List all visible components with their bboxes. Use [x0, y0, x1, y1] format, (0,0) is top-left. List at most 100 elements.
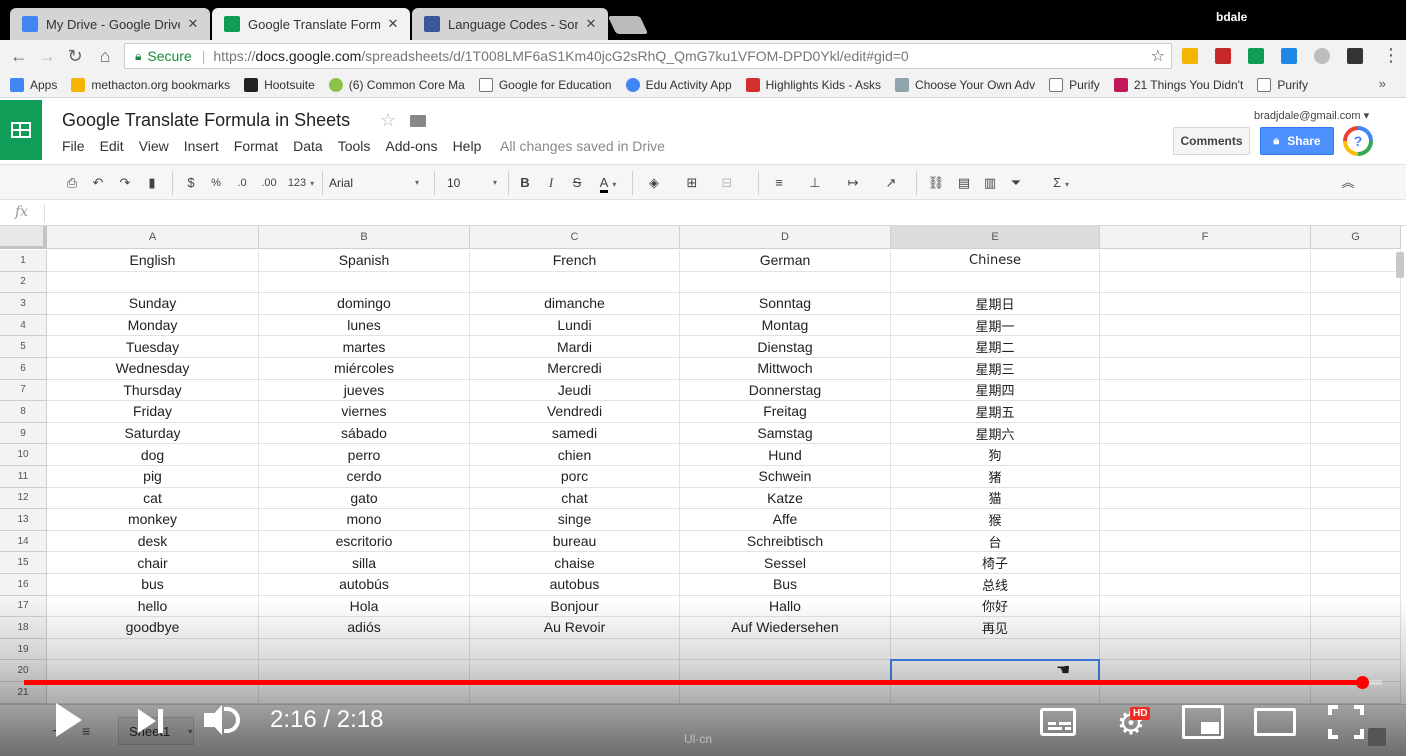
- cell-a11[interactable]: pig: [47, 466, 259, 488]
- cell-b1[interactable]: Spanish: [259, 250, 470, 272]
- cell-d18[interactable]: Auf Wiedersehen: [680, 617, 891, 639]
- vertical-align-icon[interactable]: ⊥: [804, 173, 826, 193]
- cell-g8[interactable]: [1311, 401, 1401, 423]
- horizontal-align-icon[interactable]: ≡: [768, 173, 790, 193]
- profile-name[interactable]: bdale: [1216, 10, 1247, 24]
- menu-add-ons[interactable]: Add-ons: [385, 138, 437, 154]
- cell-g2[interactable]: [1311, 271, 1401, 294]
- text-rotation-icon[interactable]: ↗: [878, 173, 904, 193]
- cell-c12[interactable]: chat: [470, 487, 680, 510]
- row-header[interactable]: 21: [0, 682, 47, 704]
- functions-button[interactable]: Σ ▾: [1046, 173, 1076, 193]
- cell-f5[interactable]: [1100, 336, 1311, 358]
- cell-a17[interactable]: hello: [47, 595, 259, 618]
- browser-menu-icon[interactable]: ⋮: [1382, 45, 1400, 66]
- column-header-d[interactable]: D: [680, 226, 891, 249]
- cell-a10[interactable]: dog: [47, 444, 259, 466]
- cell-d15[interactable]: Sessel: [680, 552, 891, 574]
- spreadsheet-grid[interactable]: A B C D E F G 1 English Spanish French German Chines…: [0, 226, 1406, 756]
- cell-f1[interactable]: [1100, 250, 1311, 272]
- cell-d2[interactable]: [680, 271, 891, 294]
- theater-mode-icon[interactable]: [1254, 708, 1296, 736]
- bookmark-item[interactable]: Purify: [1257, 77, 1308, 92]
- row-header[interactable]: 5: [0, 336, 47, 358]
- cell-g15[interactable]: [1311, 552, 1401, 574]
- cell-a21[interactable]: [47, 682, 259, 704]
- format-percent-button[interactable]: %: [208, 173, 224, 193]
- cell-e7[interactable]: 星期四: [891, 379, 1100, 402]
- cell-a14[interactable]: desk: [47, 530, 259, 553]
- row-header[interactable]: 4: [0, 314, 47, 337]
- next-video-icon[interactable]: [138, 707, 166, 735]
- extension-owl-icon[interactable]: [1347, 48, 1363, 64]
- row-header[interactable]: 13: [0, 509, 47, 531]
- tab-google-translate-formula[interactable]: Google Translate Formul ✕: [212, 8, 410, 40]
- row-header[interactable]: 16: [0, 574, 47, 596]
- cell-b13[interactable]: mono: [259, 509, 470, 531]
- cell-e8[interactable]: 星期五: [891, 401, 1100, 423]
- column-header-e[interactable]: E: [891, 226, 1100, 249]
- bookmarks-overflow-icon[interactable]: »: [1379, 76, 1386, 91]
- cell-b16[interactable]: autobús: [259, 574, 470, 596]
- fullscreen-icon[interactable]: [1328, 705, 1364, 739]
- cell-b15[interactable]: silla: [259, 552, 470, 574]
- close-tab-icon[interactable]: ✕: [584, 16, 598, 32]
- cell-d13[interactable]: Affe: [680, 509, 891, 531]
- borders-icon[interactable]: ⊞: [680, 173, 704, 193]
- format-currency-button[interactable]: $: [184, 173, 198, 193]
- cell-f3[interactable]: [1100, 293, 1311, 315]
- bookmark-item[interactable]: Hootsuite: [244, 77, 315, 92]
- cell-f21[interactable]: [1100, 682, 1311, 704]
- cell-a7[interactable]: Thursday: [47, 379, 259, 402]
- column-header-b[interactable]: B: [259, 226, 470, 249]
- menu-insert[interactable]: Insert: [184, 138, 219, 154]
- cell-c4[interactable]: Lundi: [470, 314, 680, 337]
- cell-g9[interactable]: [1311, 422, 1401, 445]
- address-bar[interactable]: 🔒︎ Secure | https://docs.google.com/spre…: [124, 43, 1172, 69]
- all-sheets-icon[interactable]: ≡: [82, 723, 90, 739]
- fill-color-icon[interactable]: ◈: [642, 173, 666, 193]
- cell-e5[interactable]: 星期二: [891, 336, 1100, 358]
- cell-f14[interactable]: [1100, 530, 1311, 553]
- cell-a12[interactable]: cat: [47, 487, 259, 510]
- text-color-button[interactable]: A ▾: [595, 173, 621, 193]
- home-icon[interactable]: ⌂: [94, 45, 116, 67]
- cell-e11[interactable]: 猪: [891, 466, 1100, 488]
- bookmark-item[interactable]: (6) Common Core Ma: [328, 77, 465, 92]
- cell-f6[interactable]: [1100, 358, 1311, 380]
- cell-d6[interactable]: Mittwoch: [680, 358, 891, 380]
- cell-f10[interactable]: [1100, 444, 1311, 466]
- cell-c21[interactable]: [470, 682, 680, 704]
- cell-c5[interactable]: Mardi: [470, 336, 680, 358]
- forward-icon[interactable]: →: [36, 45, 58, 67]
- cell-a19[interactable]: [47, 638, 259, 661]
- cell-b5[interactable]: martes: [259, 336, 470, 358]
- cell-a18[interactable]: goodbye: [47, 617, 259, 639]
- bookmark-star-icon[interactable]: ☆: [1151, 46, 1165, 66]
- row-header[interactable]: 20: [0, 660, 47, 682]
- row-header[interactable]: 14: [0, 530, 47, 553]
- new-tab-button[interactable]: [607, 16, 649, 34]
- back-icon[interactable]: ←: [8, 45, 30, 67]
- extension-clock-icon[interactable]: [1314, 48, 1330, 64]
- cell-g17[interactable]: [1311, 595, 1401, 618]
- close-tab-icon[interactable]: ✕: [386, 16, 400, 32]
- tab-language-codes[interactable]: Language Codes - Sortal ✕: [412, 8, 608, 40]
- row-header[interactable]: 17: [0, 595, 47, 618]
- cell-f11[interactable]: [1100, 466, 1311, 488]
- row-header[interactable]: 2: [0, 271, 47, 294]
- star-icon[interactable]: ☆: [380, 110, 396, 131]
- cell-g19[interactable]: [1311, 638, 1401, 661]
- cell-c11[interactable]: porc: [470, 466, 680, 488]
- bookmark-item[interactable]: Choose Your Own Adv: [895, 77, 1035, 92]
- cell-b9[interactable]: sábado: [259, 422, 470, 445]
- cell-f15[interactable]: [1100, 552, 1311, 574]
- cell-a6[interactable]: Wednesday: [47, 358, 259, 380]
- cell-g14[interactable]: [1311, 530, 1401, 553]
- cell-e17[interactable]: 你好: [891, 595, 1100, 618]
- cell-e6[interactable]: 星期三: [891, 358, 1100, 380]
- cell-f16[interactable]: [1100, 574, 1311, 596]
- cell-e4[interactable]: 星期一: [891, 314, 1100, 337]
- cell-c18[interactable]: Au Revoir: [470, 617, 680, 639]
- formula-bar[interactable]: fx: [0, 200, 1406, 226]
